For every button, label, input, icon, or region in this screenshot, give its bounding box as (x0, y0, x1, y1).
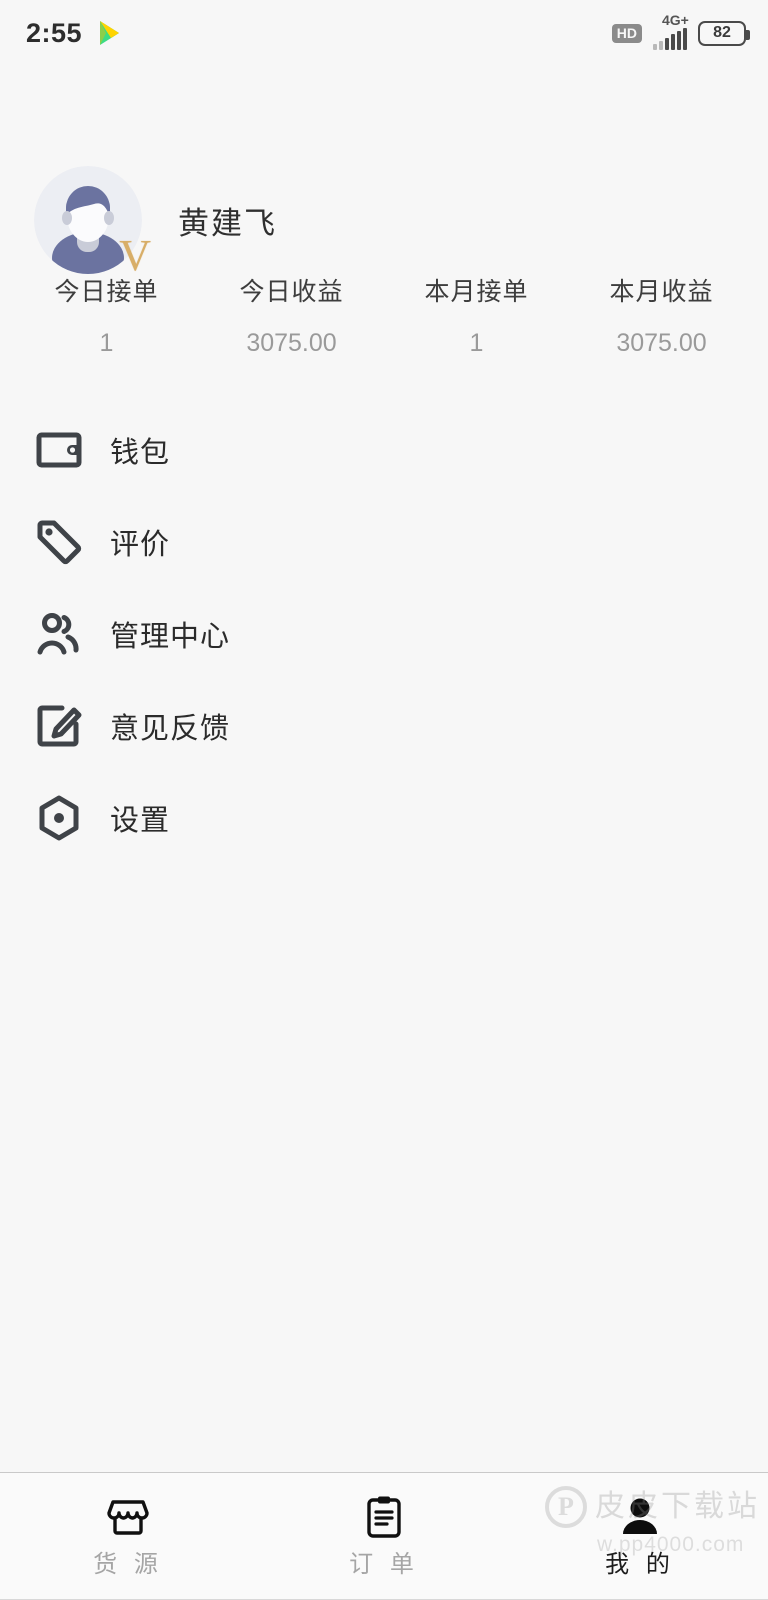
stat-label: 本月接单 (424, 278, 529, 306)
menu-item-label: 意见反馈 (110, 713, 231, 745)
clipboard-icon (364, 1495, 404, 1539)
stat-value: 3075.00 (246, 329, 337, 357)
battery-level: 82 (713, 24, 731, 41)
tab-goods[interactable]: 货 源 (0, 1473, 256, 1599)
stat-value: 3075.00 (616, 329, 707, 357)
stat-label: 本月收益 (609, 278, 714, 306)
users-icon (36, 611, 82, 657)
stat-label: 今日收益 (239, 278, 344, 306)
user-name: 黄建飞 (178, 205, 277, 241)
stat-month-orders[interactable]: 本月接单 1 (384, 280, 569, 384)
tab-profile[interactable]: 我 的 (512, 1473, 768, 1599)
tab-label: 订 单 (349, 1551, 419, 1578)
menu-item-label: 设置 (110, 805, 171, 837)
stat-value: 1 (469, 329, 484, 357)
signal-icon: 4G+ (653, 13, 689, 50)
battery-icon: 82 (698, 20, 750, 46)
stat-value: 1 (99, 329, 114, 357)
menu-item-feedback[interactable]: 意见反馈 (0, 680, 768, 772)
hexagon-settings-icon (36, 795, 82, 841)
menu-item-management-center[interactable]: 管理中心 (0, 588, 768, 680)
tag-icon (36, 519, 82, 565)
tab-label: 货 源 (93, 1551, 163, 1578)
store-icon (106, 1495, 150, 1539)
menu-list: 钱包 评价 管理中心 意见反馈 设置 (0, 384, 768, 864)
status-bar: 2:55 HD 4G+ 82 (0, 0, 768, 66)
menu-item-reviews[interactable]: 评价 (0, 496, 768, 588)
phone-screen: 2:55 HD 4G+ 82 V 黄建飞 今日接单 1 今日收益 3075.00… (0, 0, 768, 1600)
avatar[interactable]: V (34, 166, 151, 278)
menu-item-wallet[interactable]: 钱包 (0, 404, 768, 496)
menu-item-label: 评价 (110, 529, 171, 561)
profile-header[interactable]: V 黄建飞 (0, 66, 768, 280)
tab-label: 我 的 (605, 1551, 675, 1578)
hd-icon: HD (611, 23, 642, 43)
signal-bars (653, 27, 687, 50)
bottom-navigation: 货 源 订 单 我 的 P 皮皮下载站 w.pp4000.com (0, 1472, 768, 1600)
stats-row: 今日接单 1 今日收益 3075.00 本月接单 1 本月收益 3075.00 (0, 280, 768, 384)
menu-item-label: 钱包 (110, 437, 171, 469)
play-store-icon (94, 18, 124, 48)
stat-label: 今日接单 (54, 278, 159, 306)
menu-item-settings[interactable]: 设置 (0, 772, 768, 864)
network-type-label: 4G+ (662, 11, 689, 28)
stat-month-income[interactable]: 本月收益 3075.00 (569, 280, 754, 384)
verified-badge-icon: V (119, 231, 151, 280)
status-bar-right: HD 4G+ 82 (611, 13, 750, 50)
status-time: 2:55 (26, 17, 83, 48)
stat-today-income[interactable]: 今日收益 3075.00 (199, 280, 384, 384)
edit-square-icon (36, 703, 82, 749)
wallet-icon (36, 427, 82, 473)
tab-orders[interactable]: 订 单 (256, 1473, 512, 1599)
status-bar-left: 2:55 (26, 18, 124, 49)
person-icon (619, 1495, 661, 1539)
menu-item-label: 管理中心 (110, 621, 231, 653)
stat-today-orders[interactable]: 今日接单 1 (14, 280, 199, 384)
